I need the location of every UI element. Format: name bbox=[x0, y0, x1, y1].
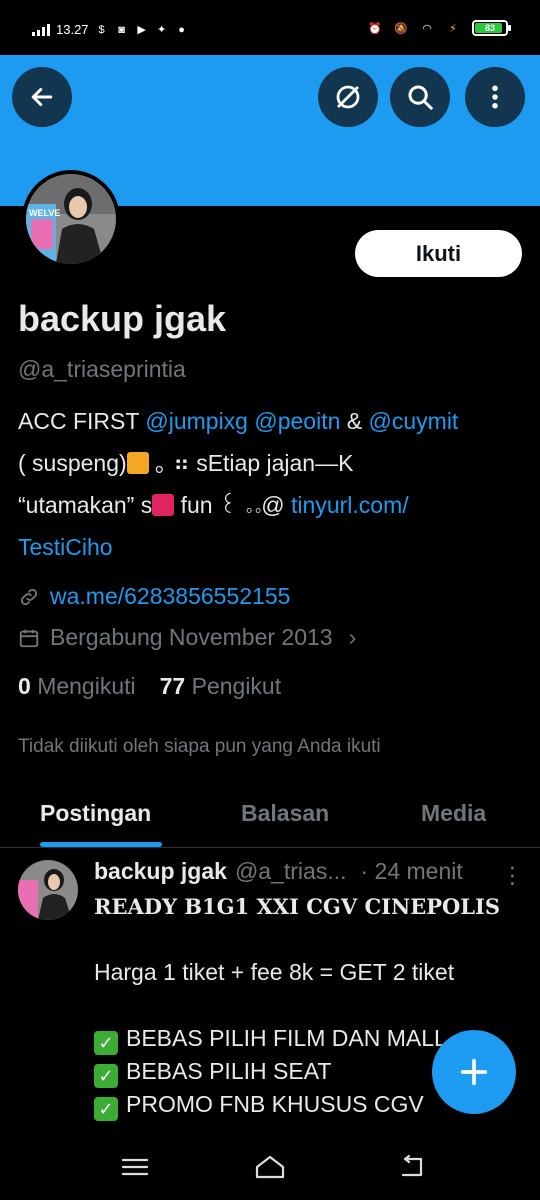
link-icon bbox=[20, 588, 38, 605]
tab-media[interactable]: Media bbox=[421, 800, 486, 827]
mention-link[interactable]: @peoitn bbox=[254, 408, 340, 434]
post-line: READY B1G1 XXI CGV CINEPOLIS bbox=[94, 894, 501, 919]
post-time: · 24 menit bbox=[360, 858, 463, 884]
check-icon: ✓ bbox=[94, 1031, 118, 1055]
dollar-icon: $ bbox=[98, 23, 105, 36]
avatar-text: WELVE bbox=[29, 208, 60, 218]
post-avatar[interactable] bbox=[18, 860, 78, 920]
post-line: PROMO FNB KHUSUS CGV bbox=[126, 1091, 424, 1117]
bio-text: “utamakan” s bbox=[18, 492, 153, 518]
post-avatar-image bbox=[18, 860, 78, 920]
youtube-icon: ▶ bbox=[137, 24, 146, 36]
chevron-right-icon: › bbox=[348, 624, 357, 650]
instagram-icon: ◙ bbox=[118, 23, 125, 36]
twitter-icon: ✦ bbox=[156, 24, 167, 36]
joined-row[interactable]: Bergabung November 2013 › bbox=[18, 624, 356, 651]
recent-apps-button[interactable] bbox=[115, 1152, 155, 1182]
followers-label: Pengikut bbox=[191, 673, 282, 699]
profile-tabs: Postingan Balasan Media bbox=[0, 790, 540, 848]
o-button-icon bbox=[152, 494, 175, 516]
back-button[interactable] bbox=[12, 67, 72, 127]
orange-book-icon bbox=[126, 452, 149, 474]
mention-link[interactable]: @jumpixg bbox=[145, 408, 248, 434]
more-button[interactable] bbox=[465, 67, 525, 127]
more-vertical-icon bbox=[492, 85, 498, 109]
check-icon: ✓ bbox=[94, 1064, 118, 1088]
plus-icon bbox=[460, 1058, 488, 1086]
mention-link[interactable]: @cuymit bbox=[369, 408, 459, 434]
status-time: 13.27 bbox=[56, 22, 89, 37]
calendar-icon bbox=[19, 629, 39, 647]
grok-button[interactable] bbox=[318, 67, 378, 127]
system-nav-bar bbox=[0, 1130, 540, 1200]
check-icon: ✓ bbox=[94, 1097, 118, 1121]
alarm-icon: ⏰ bbox=[368, 22, 382, 35]
search-icon bbox=[408, 85, 433, 110]
post-header: backup jgak @a_trias... · 24 menit ⋮ bbox=[94, 858, 524, 888]
bio-line-3: “utamakan” s fun ꒰ ｡｡@ tinyurl.com/ bbox=[18, 484, 518, 526]
wifi-icon: ◠ bbox=[422, 22, 432, 35]
follow-button[interactable]: Ikuti bbox=[355, 230, 522, 277]
back-nav-button[interactable] bbox=[392, 1152, 432, 1182]
bio-text: ｡ ⠶ sEtiap jajan—K bbox=[148, 450, 354, 476]
battery-level: 83 bbox=[484, 23, 495, 33]
post-author-handle[interactable]: @a_trias... bbox=[235, 858, 347, 885]
bio-text: ( suspeng) bbox=[18, 450, 127, 476]
bio-url-link-cont[interactable]: TestiCiho bbox=[18, 534, 113, 560]
status-right: ⏰ 🔕 ◠ ⚡ 83 bbox=[368, 20, 511, 36]
profile-avatar[interactable]: WELVE bbox=[22, 170, 120, 268]
profile-name: backup jgak bbox=[18, 298, 227, 339]
followers-stat[interactable]: 77 Pengikut bbox=[160, 673, 282, 700]
search-button[interactable] bbox=[390, 67, 450, 127]
post-line: Harga 1 tiket + fee 8k = GET 2 tiket bbox=[94, 959, 455, 985]
followers-count: 77 bbox=[159, 673, 186, 699]
profile-bio: ACC FIRST @jumpixg @peoitn & @cuymit ( s… bbox=[18, 400, 518, 568]
status-left: 13.27 $ ◙ ▶ ✦ ● bbox=[32, 22, 189, 37]
bio-line-2: ( suspeng) ｡ ⠶ sEtiap jajan—K bbox=[18, 442, 518, 484]
charging-icon: ⚡ bbox=[449, 22, 457, 35]
following-label: Mengikuti bbox=[37, 673, 136, 699]
bio-text: & bbox=[340, 408, 369, 434]
arrow-left-icon bbox=[31, 88, 53, 106]
following-count: 0 bbox=[18, 673, 31, 699]
app-icon: ● bbox=[178, 23, 185, 36]
compose-button[interactable] bbox=[432, 1030, 516, 1114]
active-tab-indicator bbox=[40, 842, 162, 847]
battery-icon: 83 bbox=[472, 20, 511, 36]
joined-date: Bergabung November 2013 bbox=[50, 624, 333, 650]
mute-icon: 🔕 bbox=[394, 22, 408, 35]
website-link[interactable]: wa.me/6283856552155 bbox=[50, 583, 290, 610]
profile-handle: @a_triaseprintia bbox=[18, 356, 186, 382]
bio-text: fun ꒰ ｡｡@ bbox=[174, 492, 292, 518]
avatar-image: WELVE bbox=[26, 174, 116, 264]
bio-line-1: ACC FIRST @jumpixg @peoitn & @cuymit bbox=[18, 400, 518, 442]
tab-posts[interactable]: Postingan bbox=[40, 800, 151, 827]
no-grok-icon bbox=[336, 85, 360, 109]
post-line: BEBAS PILIH SEAT bbox=[126, 1058, 332, 1084]
status-bar: 13.27 $ ◙ ▶ ✦ ● ⏰ 🔕 ◠ ⚡ 83 bbox=[0, 0, 540, 55]
post-spacer bbox=[94, 989, 514, 1022]
bio-text: ACC FIRST bbox=[18, 408, 146, 434]
post-spacer bbox=[94, 923, 514, 956]
bio-line-4: TestiCiho bbox=[18, 526, 518, 568]
home-icon bbox=[255, 1155, 285, 1179]
home-button[interactable] bbox=[250, 1152, 290, 1182]
website-row[interactable]: wa.me/6283856552155 bbox=[18, 583, 290, 610]
follow-stats: 0 Mengikuti 77 Pengikut bbox=[18, 673, 281, 700]
back-icon bbox=[401, 1154, 423, 1177]
signal-icon bbox=[32, 23, 50, 36]
following-stat[interactable]: 0 Mengikuti bbox=[18, 673, 136, 700]
tab-replies[interactable]: Balasan bbox=[241, 800, 329, 827]
post-more-icon[interactable]: ⋮ bbox=[501, 862, 524, 889]
bio-url-link[interactable]: tinyurl.com/ bbox=[291, 492, 409, 518]
post-author-name[interactable]: backup jgak bbox=[94, 858, 227, 885]
post-line: BEBAS PILIH FILM DAN MALL bbox=[126, 1025, 447, 1051]
menu-icon bbox=[121, 1158, 149, 1176]
not-followed-text: Tidak diikuti oleh siapa pun yang Anda i… bbox=[18, 736, 381, 757]
